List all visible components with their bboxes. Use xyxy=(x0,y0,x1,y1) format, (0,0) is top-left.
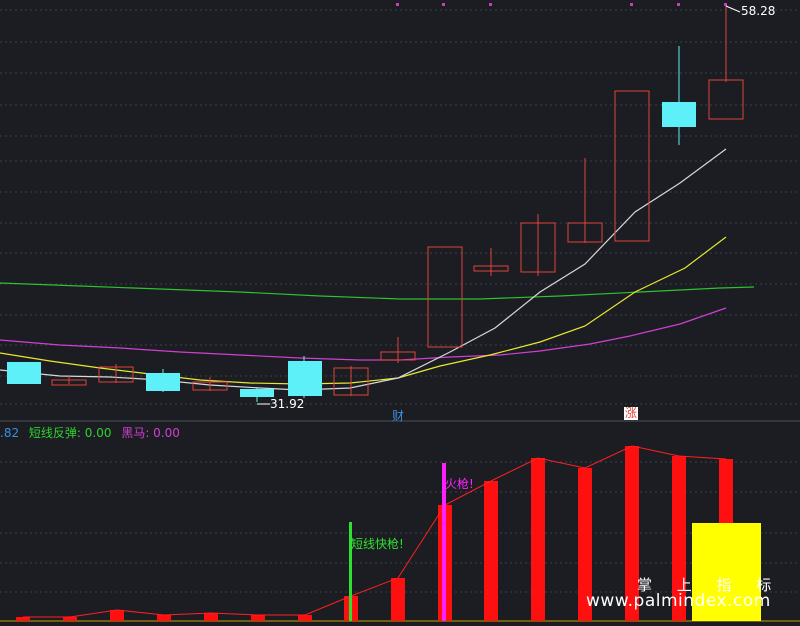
indicator-bar xyxy=(251,615,265,621)
ma-white-line xyxy=(0,148,727,391)
indicator-bar xyxy=(63,617,77,621)
indicator-legend: .82 短线反弹: 0.00 黑马: 0.00 xyxy=(0,424,186,442)
signal-label-magenta: 火枪! xyxy=(445,477,474,491)
indicator-bar xyxy=(391,578,405,621)
marker-zhang: 涨 xyxy=(624,406,639,420)
legend-duanxian-fantan: 短线反弹: 0.00 xyxy=(28,426,112,440)
ma-magenta-line xyxy=(0,307,727,361)
indicator-bar xyxy=(204,613,218,621)
legend-value: .82 xyxy=(0,426,20,440)
stock-chart xyxy=(0,3,800,622)
candle xyxy=(427,246,463,348)
signal-label-green: 短线快枪! xyxy=(351,537,404,551)
top-markers xyxy=(396,3,727,6)
candle xyxy=(240,389,274,397)
legend-heima: 黑马: 0.00 xyxy=(121,426,180,440)
high-arrow xyxy=(725,5,741,13)
indicator-bar xyxy=(298,615,312,621)
high-price-label: 58.28 xyxy=(741,4,776,18)
candle xyxy=(146,373,180,391)
candle xyxy=(614,90,650,242)
marker-cai: 财 xyxy=(392,409,405,423)
ma-green-line xyxy=(0,282,755,300)
ma-yellow-line xyxy=(0,236,727,385)
candle xyxy=(288,361,322,396)
indicator-bar xyxy=(531,458,545,621)
candles xyxy=(7,6,744,402)
candle xyxy=(7,362,41,384)
candle xyxy=(662,102,696,127)
low-price-label: 31.92 xyxy=(270,397,305,411)
indicator-bar xyxy=(484,481,498,621)
indicator-bar xyxy=(157,615,171,621)
indicator-bar xyxy=(110,610,124,621)
candle xyxy=(708,79,744,120)
indicator-bar xyxy=(16,617,30,621)
watermark-url: www.palmindex.com xyxy=(586,591,771,611)
